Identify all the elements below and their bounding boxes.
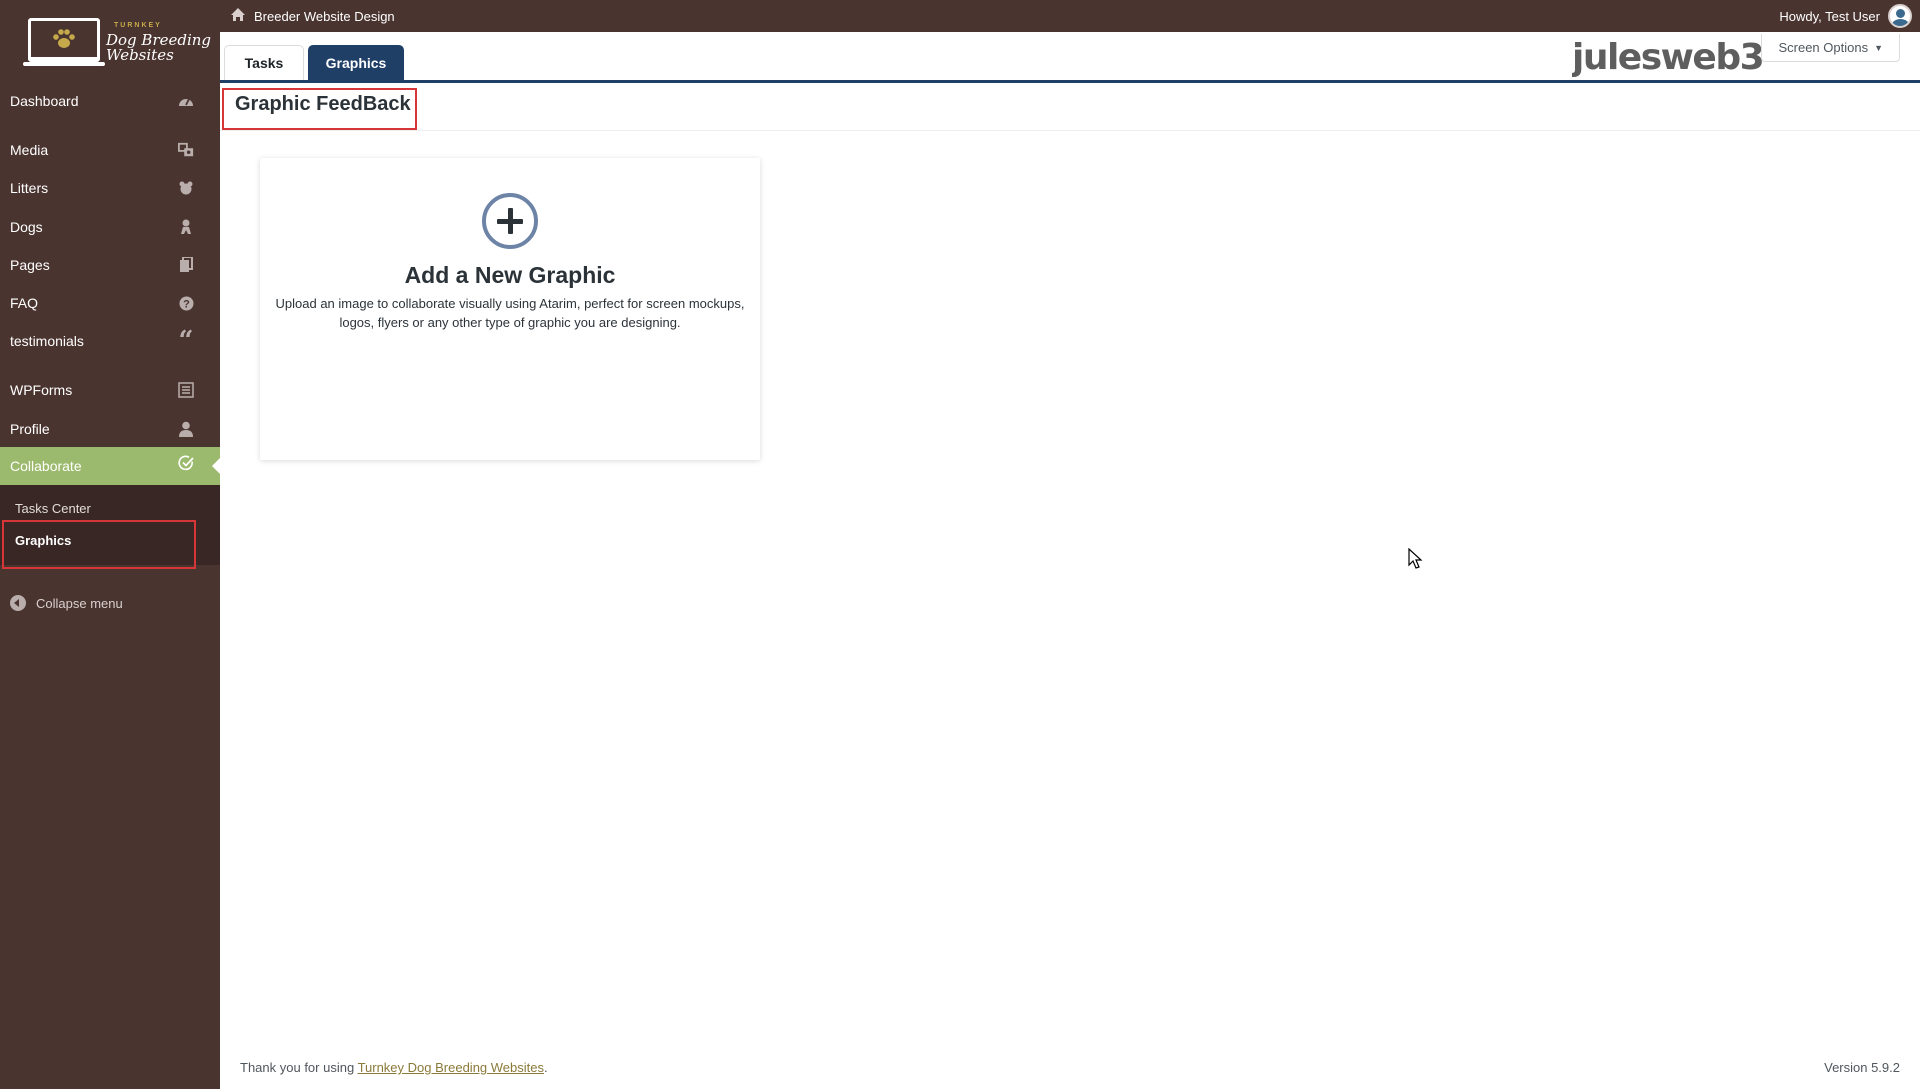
highlight-box-title — [222, 88, 417, 130]
forms-icon — [178, 382, 194, 398]
screen-options-label: Screen Options — [1778, 40, 1869, 55]
card-description-line-2: logos, flyers or any other type of graph… — [339, 315, 681, 330]
submenu-item-tasks-center[interactable]: Tasks Center — [15, 501, 91, 516]
active-menu-pointer — [212, 458, 220, 474]
svg-text:?: ? — [183, 298, 190, 310]
quote-icon: “ — [178, 326, 194, 356]
sidebar-item-label: Media — [10, 142, 49, 158]
sidebar-item-faq[interactable]: FAQ ? — [0, 284, 220, 322]
screen-options-button[interactable]: Screen Options ▼ — [1761, 34, 1900, 62]
admin-sidebar: TURNKEY Dog Breeding Websites Dashboard … — [0, 0, 220, 1089]
card-description: Upload an image to collaborate visually … — [270, 294, 750, 332]
help-icon: ? — [178, 295, 194, 311]
julesweb-logo: julesweb3 — [1572, 37, 1765, 78]
sidebar-item-profile[interactable]: Profile — [0, 410, 220, 448]
page-header: Graphic FeedBack — [220, 83, 1920, 131]
mouse-cursor-icon — [1408, 548, 1423, 569]
logo-line-2: Websites — [106, 45, 174, 64]
check-circle-icon — [178, 455, 194, 471]
sidebar-item-label: Litters — [10, 180, 49, 196]
sidebar-item-label: Collaborate — [10, 458, 82, 474]
site-home-link[interactable]: Breeder Website Design — [230, 7, 395, 25]
sidebar-item-testimonials[interactable]: testimonials “ — [0, 322, 220, 360]
tab-graphics[interactable]: Graphics — [308, 45, 404, 80]
sidebar-item-litters[interactable]: Litters — [0, 169, 220, 207]
sidebar-item-pages[interactable]: Pages — [0, 246, 220, 284]
site-logo[interactable]: TURNKEY Dog Breeding Websites — [0, 0, 220, 80]
add-circle-icon[interactable] — [482, 193, 538, 249]
collapse-menu-button[interactable]: Collapse menu — [10, 595, 123, 611]
footer-link[interactable]: Turnkey Dog Breeding Websites — [358, 1060, 544, 1075]
account-menu[interactable]: Howdy, Test User — [1779, 4, 1912, 28]
footer-thanks-suffix: . — [544, 1060, 548, 1075]
footer-thanks: Thank you for using Turnkey Dog Breeding… — [240, 1060, 548, 1075]
footer-version: Version 5.9.2 — [1824, 1060, 1900, 1075]
sidebar-item-label: Pages — [10, 257, 50, 273]
howdy-text: Howdy, Test User — [1779, 8, 1880, 24]
footer-thanks-prefix: Thank you for using — [240, 1060, 358, 1075]
sidebar-item-label: Dogs — [10, 219, 43, 235]
tab-bar: Tasks Graphics julesweb3 Screen Options … — [220, 32, 1920, 83]
card-description-line-1: Upload an image to collaborate visually … — [275, 296, 745, 311]
collapse-menu-label: Collapse menu — [36, 595, 123, 611]
dashboard-icon — [178, 93, 194, 109]
collapse-arrow-icon — [10, 595, 26, 611]
highlight-box-graphics — [2, 520, 196, 569]
sidebar-item-label: WPForms — [10, 382, 73, 398]
sidebar-item-dashboard[interactable]: Dashboard — [0, 82, 220, 120]
caret-down-icon: ▼ — [1874, 42, 1883, 53]
laptop-paw-logo-icon — [23, 18, 105, 66]
home-icon — [230, 7, 246, 25]
site-name: Breeder Website Design — [254, 8, 395, 24]
sidebar-item-label: Profile — [10, 421, 50, 437]
card-title: Add a New Graphic — [404, 262, 616, 288]
sidebar-item-collaborate[interactable]: Collaborate — [0, 447, 220, 485]
pages-icon — [178, 257, 194, 273]
sidebar-item-label: testimonials — [10, 333, 84, 349]
sidebar-item-label: Dashboard — [10, 93, 79, 109]
logo-text: TURNKEY Dog Breeding Websites — [106, 18, 211, 63]
add-graphic-card[interactable]: Add a New Graphic Upload an image to col… — [260, 158, 760, 460]
dog-icon — [178, 219, 194, 235]
sidebar-item-dogs[interactable]: Dogs — [0, 208, 220, 246]
sidebar-item-label: FAQ — [10, 295, 39, 311]
sidebar-item-wpforms[interactable]: WPForms — [0, 371, 220, 409]
brand-logo-text: julesweb3 — [1572, 37, 1763, 78]
tab-tasks[interactable]: Tasks — [224, 45, 304, 80]
avatar — [1888, 4, 1912, 28]
user-icon — [178, 421, 194, 437]
sidebar-item-media[interactable]: Media — [0, 131, 220, 169]
paw-icon — [178, 180, 194, 196]
media-icon — [178, 142, 194, 158]
admin-bar: Breeder Website Design Howdy, Test User — [220, 0, 1920, 32]
